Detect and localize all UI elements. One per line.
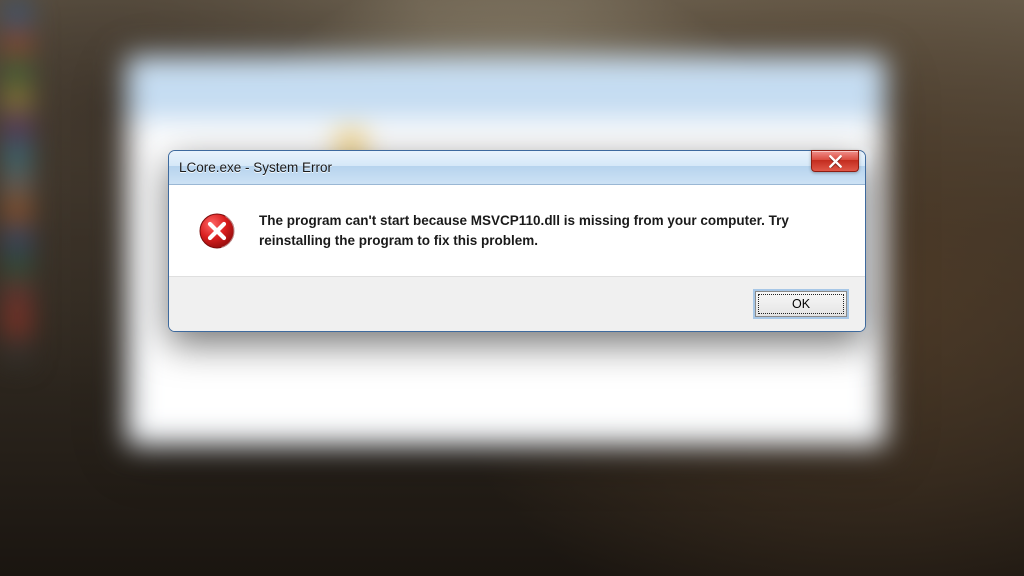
close-button[interactable]	[811, 150, 859, 172]
system-error-dialog: LCore.exe - System Error	[168, 150, 866, 332]
dialog-titlebar[interactable]: LCore.exe - System Error	[169, 151, 865, 185]
error-message: The program can't start because MSVCP110…	[259, 211, 819, 250]
desktop-background: LCore.exe - System Error	[0, 0, 1024, 576]
dialog-footer: OK	[169, 277, 865, 331]
dialog-title: LCore.exe - System Error	[179, 160, 332, 175]
error-icon	[197, 211, 237, 256]
ok-button[interactable]: OK	[755, 291, 847, 317]
close-icon	[829, 155, 842, 168]
desktop-icon-column	[6, 0, 36, 576]
